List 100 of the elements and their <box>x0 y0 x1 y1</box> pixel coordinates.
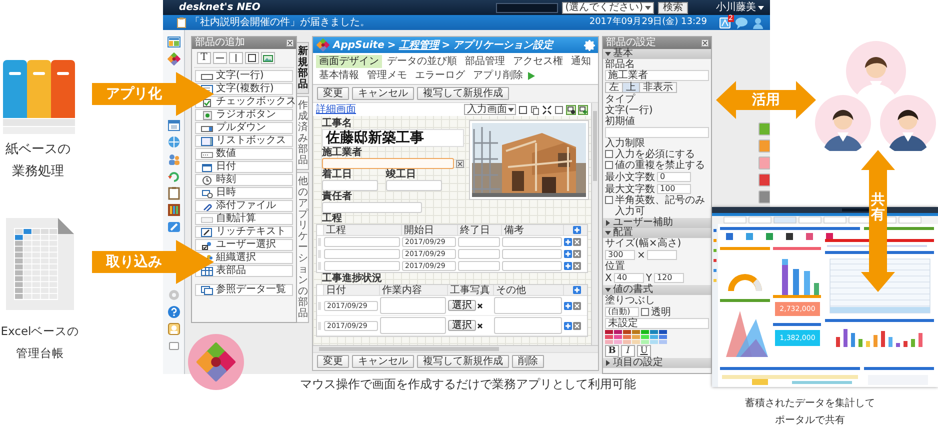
panel-title: 部品の追加 <box>195 38 245 48</box>
tab[interactable]: 部品管理 <box>462 55 508 68</box>
arrow-label: 共有 <box>871 193 885 224</box>
tab[interactable]: エラーログ <box>412 69 468 82</box>
section-title: 基本 <box>613 49 633 59</box>
toggle-button[interactable]: 上 <box>622 82 640 93</box>
tab[interactable]: データの並び順 <box>384 55 460 68</box>
action-button[interactable]: 変更 <box>317 87 349 100</box>
part-item[interactable]: チェックボックス <box>195 96 293 108</box>
part-item[interactable]: プルダウン <box>195 122 293 134</box>
italic-button[interactable]: I <box>621 345 635 357</box>
field-label: 最大文字数 <box>605 184 655 194</box>
arrow-label: 活用 <box>751 91 781 110</box>
select-button[interactable]: 選択 <box>448 320 476 331</box>
part-item[interactable]: 時刻 <box>195 174 293 186</box>
section-header[interactable]: 基本 <box>603 49 711 59</box>
action-button[interactable]: 変更 <box>317 355 349 368</box>
part-item[interactable]: 自動計算 <box>195 213 293 225</box>
part-item[interactable]: 数値 <box>195 148 293 160</box>
toggle-button[interactable]: 非表示 <box>639 82 677 93</box>
view-link[interactable]: 詳細画面 <box>316 104 356 115</box>
field-label: サイズ(幅×高さ) <box>605 238 682 249</box>
part-label: 添付ファイル <box>216 201 276 211</box>
select-button[interactable]: 選択 <box>448 300 476 311</box>
part-item[interactable]: リッチテキスト <box>195 226 293 238</box>
text-tool[interactable]: T <box>197 52 211 64</box>
tab[interactable]: アプリ削除 <box>470 69 526 82</box>
dropdown[interactable]: (自動) <box>605 307 639 317</box>
part-item[interactable]: ラジオボタン <box>195 109 293 121</box>
breadcrumb-separator: > <box>442 40 450 50</box>
part-item[interactable]: リストボックス <box>195 135 293 147</box>
search-button[interactable]: 検索 <box>658 2 688 14</box>
action-button[interactable]: キャンセル <box>352 87 414 100</box>
action-button[interactable]: 複写して新規作成 <box>417 355 509 368</box>
vertical-tab[interactable]: 新規部品 <box>297 42 309 94</box>
breadcrumb-item: アプリケーション設定 <box>453 40 554 50</box>
part-item[interactable]: 日時 <box>195 187 293 199</box>
field-label: Y <box>646 272 652 284</box>
part-item[interactable]: 参照データ一覧 <box>195 284 293 296</box>
arrow-label: アプリ化 <box>105 85 163 104</box>
section-title: 項目の設定 <box>613 358 663 368</box>
caption: マウス操作で画面を作成するだけで業務アプリとして利用可能 <box>300 377 636 391</box>
breadcrumb-link[interactable]: AppSuite <box>333 40 384 50</box>
vertical-tab[interactable]: 他のアプリケーションの部品 <box>297 172 309 323</box>
part-label: リッチテキスト <box>216 227 286 237</box>
part-item[interactable]: 文字(一行) <box>195 70 293 82</box>
checkbox-label: 半角英数、記号のみ入力可 <box>615 195 706 217</box>
column-header: 日付 <box>323 285 379 296</box>
field-label: 施工業者 <box>322 147 363 158</box>
user-menu[interactable]: 小川藤美 <box>716 2 764 13</box>
tab[interactable]: 画面デザイン <box>316 55 382 68</box>
number-field[interactable]: 40 <box>614 273 644 283</box>
number-field[interactable]: 120 <box>654 273 684 283</box>
number-field[interactable]: 100 <box>657 184 691 194</box>
part-label: ラジオボタン <box>216 110 276 120</box>
bold-button[interactable]: B <box>605 345 619 357</box>
date-time: 2017年09月29日(金) 13:29 <box>589 17 707 28</box>
tab[interactable]: アクセス権 <box>510 55 566 68</box>
notification-text[interactable]: 「社内説明会開催の件」が届きました。 <box>190 17 370 28</box>
action-button[interactable]: キャンセル <box>352 355 414 368</box>
toggle-button[interactable]: 左 <box>605 82 623 93</box>
section-header[interactable]: 項目の設定 <box>603 358 711 368</box>
part-item[interactable]: 文字(複数行) <box>195 83 293 95</box>
part-label: チェックボックス <box>216 97 296 107</box>
caption: Excelベースの 管理台帳 <box>0 323 80 362</box>
view-dropdown[interactable]: 入力画面 <box>464 104 516 115</box>
column-header: 工程 <box>323 225 401 236</box>
text-field[interactable]: 施工業者 <box>605 70 709 81</box>
part-label: 日時 <box>216 188 236 198</box>
section-header[interactable]: ユーザー補助 <box>603 218 711 228</box>
times-sign: × <box>637 250 646 260</box>
part-item[interactable]: 表部品 <box>195 265 293 277</box>
action-button[interactable]: 複写して新規作成 <box>417 87 509 100</box>
section-header[interactable]: 値の書式 <box>603 285 711 295</box>
field-label: タイプ <box>605 94 636 105</box>
dropdown[interactable]: (選んでください) <box>562 2 654 14</box>
part-item[interactable]: 添付ファイル <box>195 200 293 212</box>
field-label: 責任者 <box>322 191 353 202</box>
field-label: 最小文字数 <box>605 172 655 182</box>
field-label: 着工日 <box>322 169 353 180</box>
section-header[interactable]: 配置 <box>603 228 711 238</box>
field-label: 竣工日 <box>386 169 417 180</box>
action-button[interactable]: 削除 <box>512 355 544 368</box>
tab[interactable]: 管理メモ <box>364 69 410 82</box>
column-header: 工事写真 <box>447 285 493 296</box>
part-label: プルダウン <box>216 123 266 133</box>
part-item[interactable]: ユーザー選択 <box>195 239 293 251</box>
part-label: 日付 <box>216 162 236 172</box>
part-item[interactable]: 日付 <box>195 161 293 173</box>
column-header: 開始日 <box>401 225 457 236</box>
caption: 紙ベースの 業務処理 <box>4 141 72 181</box>
section-title: 工事進捗状況 <box>322 273 383 284</box>
number-field[interactable]: 300 <box>605 250 635 260</box>
tab[interactable]: 基本情報 <box>316 69 362 82</box>
number-field[interactable]: 0 <box>657 172 691 182</box>
vertical-tab[interactable]: 作成済み部品 <box>297 96 309 170</box>
tab[interactable]: 通知 <box>568 55 594 68</box>
text-field[interactable]: 佐藤邸新築工事 <box>322 129 464 147</box>
underline-button[interactable]: U <box>637 345 651 357</box>
color-field[interactable]: 未設定 <box>605 318 709 329</box>
